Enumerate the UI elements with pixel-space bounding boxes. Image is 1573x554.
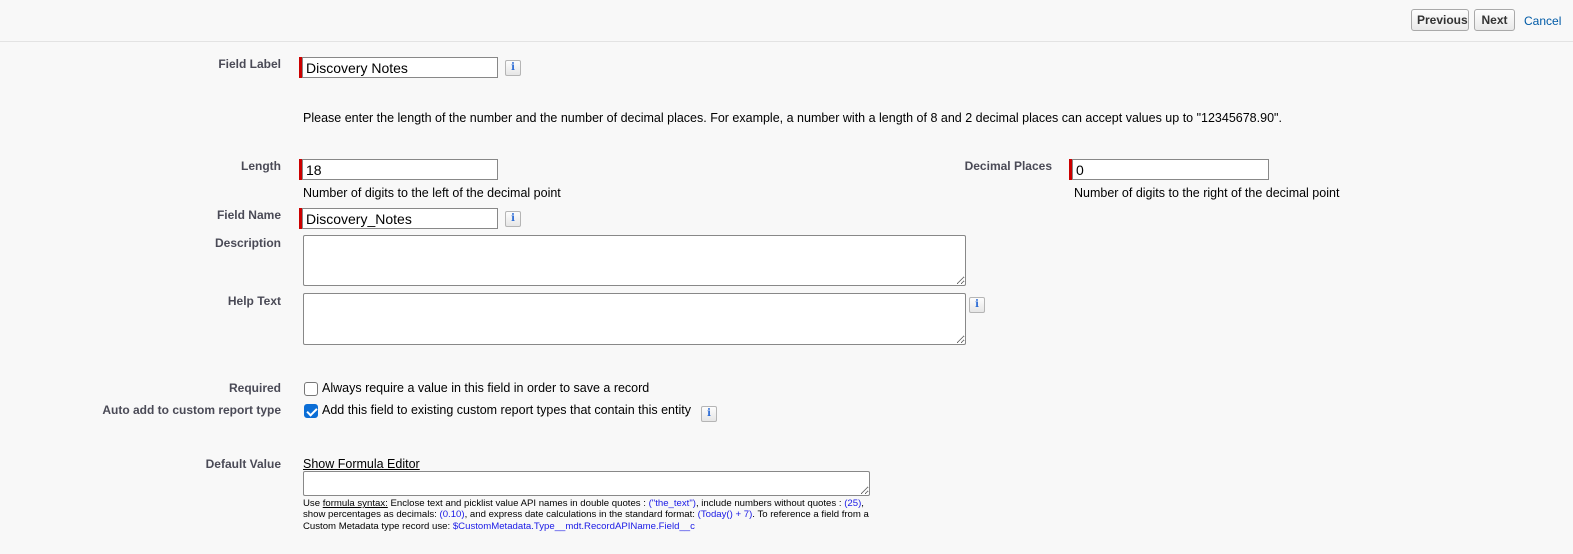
previous-button[interactable]: Previous [1411, 9, 1469, 31]
default-value-label: Default Value [205, 457, 281, 471]
decimal-places-label: Decimal Places [964, 159, 1052, 173]
help-text-part: Enclose text and picklist value API name… [387, 498, 649, 509]
field-label-input[interactable] [302, 57, 498, 78]
info-icon-glyph: i [707, 408, 711, 419]
info-icon[interactable]: i [969, 297, 985, 313]
help-example: (Today() + 7) [697, 509, 753, 521]
required-checkbox[interactable] [304, 382, 318, 396]
required-checkbox-text: Always require a value in this field in … [322, 381, 650, 395]
formula-syntax-link[interactable]: formula syntax: [323, 498, 388, 509]
info-icon[interactable]: i [505, 60, 521, 76]
help-text-part: Use [303, 498, 323, 509]
auto-add-label: Auto add to custom report type [102, 403, 281, 417]
info-icon[interactable]: i [505, 211, 521, 227]
formula-syntax-help: Use formula syntax: Enclose text and pic… [303, 498, 873, 532]
description-textarea[interactable] [303, 235, 966, 286]
info-icon-glyph: i [511, 213, 515, 224]
field-label-label: Field Label [218, 57, 281, 71]
decimal-places-hint: Number of digits to the right of the dec… [1074, 186, 1340, 200]
help-example: $CustomMetadata.Type__mdt.RecordAPIName.… [452, 520, 695, 532]
help-text-textarea[interactable] [303, 293, 966, 345]
next-button[interactable]: Next [1474, 9, 1515, 31]
help-example: ("the_text") [648, 498, 696, 509]
required-label: Required [228, 381, 281, 395]
help-example: (0.10) [439, 509, 465, 521]
auto-add-checkbox-text: Add this field to existing custom report… [322, 403, 691, 417]
help-text-label: Help Text [227, 294, 281, 308]
help-example: (25) [844, 498, 862, 509]
info-icon-glyph: i [975, 299, 979, 310]
button-bar: Previous Next Cancel [0, 0, 1573, 42]
help-text-part: , and express date calculations in the s… [464, 509, 698, 521]
field-name-input[interactable] [302, 208, 498, 229]
length-label: Length [241, 159, 281, 173]
info-icon-glyph: i [511, 62, 515, 73]
auto-add-checkbox[interactable] [304, 404, 318, 418]
field-edit-page: Previous Next Cancel Field Label i Pleas… [0, 0, 1573, 554]
description-label: Description [214, 236, 281, 250]
field-name-label: Field Name [216, 208, 281, 222]
decimal-places-input[interactable] [1072, 159, 1269, 180]
length-hint: Number of digits to the left of the deci… [303, 186, 561, 200]
default-value-textarea[interactable] [303, 471, 870, 496]
cancel-link[interactable]: Cancel [1524, 14, 1561, 28]
length-instructions: Please enter the length of the number an… [303, 111, 1282, 125]
info-icon[interactable]: i [701, 406, 717, 422]
length-input[interactable] [302, 159, 498, 180]
show-formula-editor-link[interactable]: Show Formula Editor [303, 457, 420, 471]
help-text-part: , include numbers without quotes : [695, 498, 845, 509]
